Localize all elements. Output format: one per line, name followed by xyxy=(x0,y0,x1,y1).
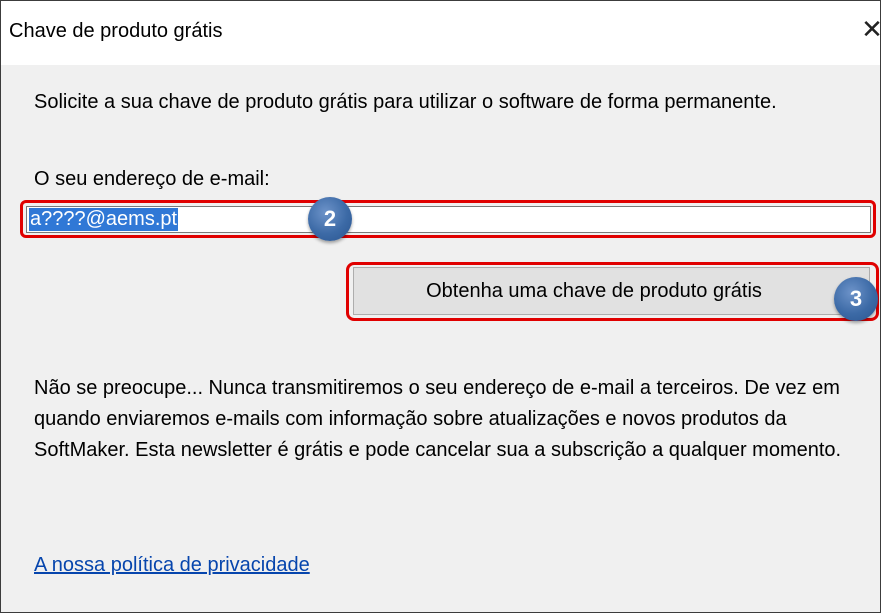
step-badge-2: 2 xyxy=(308,197,352,241)
button-highlight-outline xyxy=(346,262,879,321)
email-highlight-outline xyxy=(20,200,876,238)
email-label: O seu endereço de e-mail: xyxy=(34,168,270,190)
close-icon[interactable]: ✕ xyxy=(860,15,881,45)
privacy-policy-link[interactable]: A nossa política de privacidade xyxy=(34,554,310,577)
privacy-notice-text: Não se preocupe... Nunca transmitiremos … xyxy=(34,377,842,461)
title-bar: Chave de produto grátis ✕ xyxy=(1,1,881,65)
intro-text: Solicite a sua chave de produto grátis p… xyxy=(34,91,777,113)
dialog-window: Chave de produto grátis ✕ Solicite a sua… xyxy=(0,0,881,613)
window-title: Chave de produto grátis xyxy=(9,20,223,42)
step-badge-3: 3 xyxy=(834,277,878,321)
